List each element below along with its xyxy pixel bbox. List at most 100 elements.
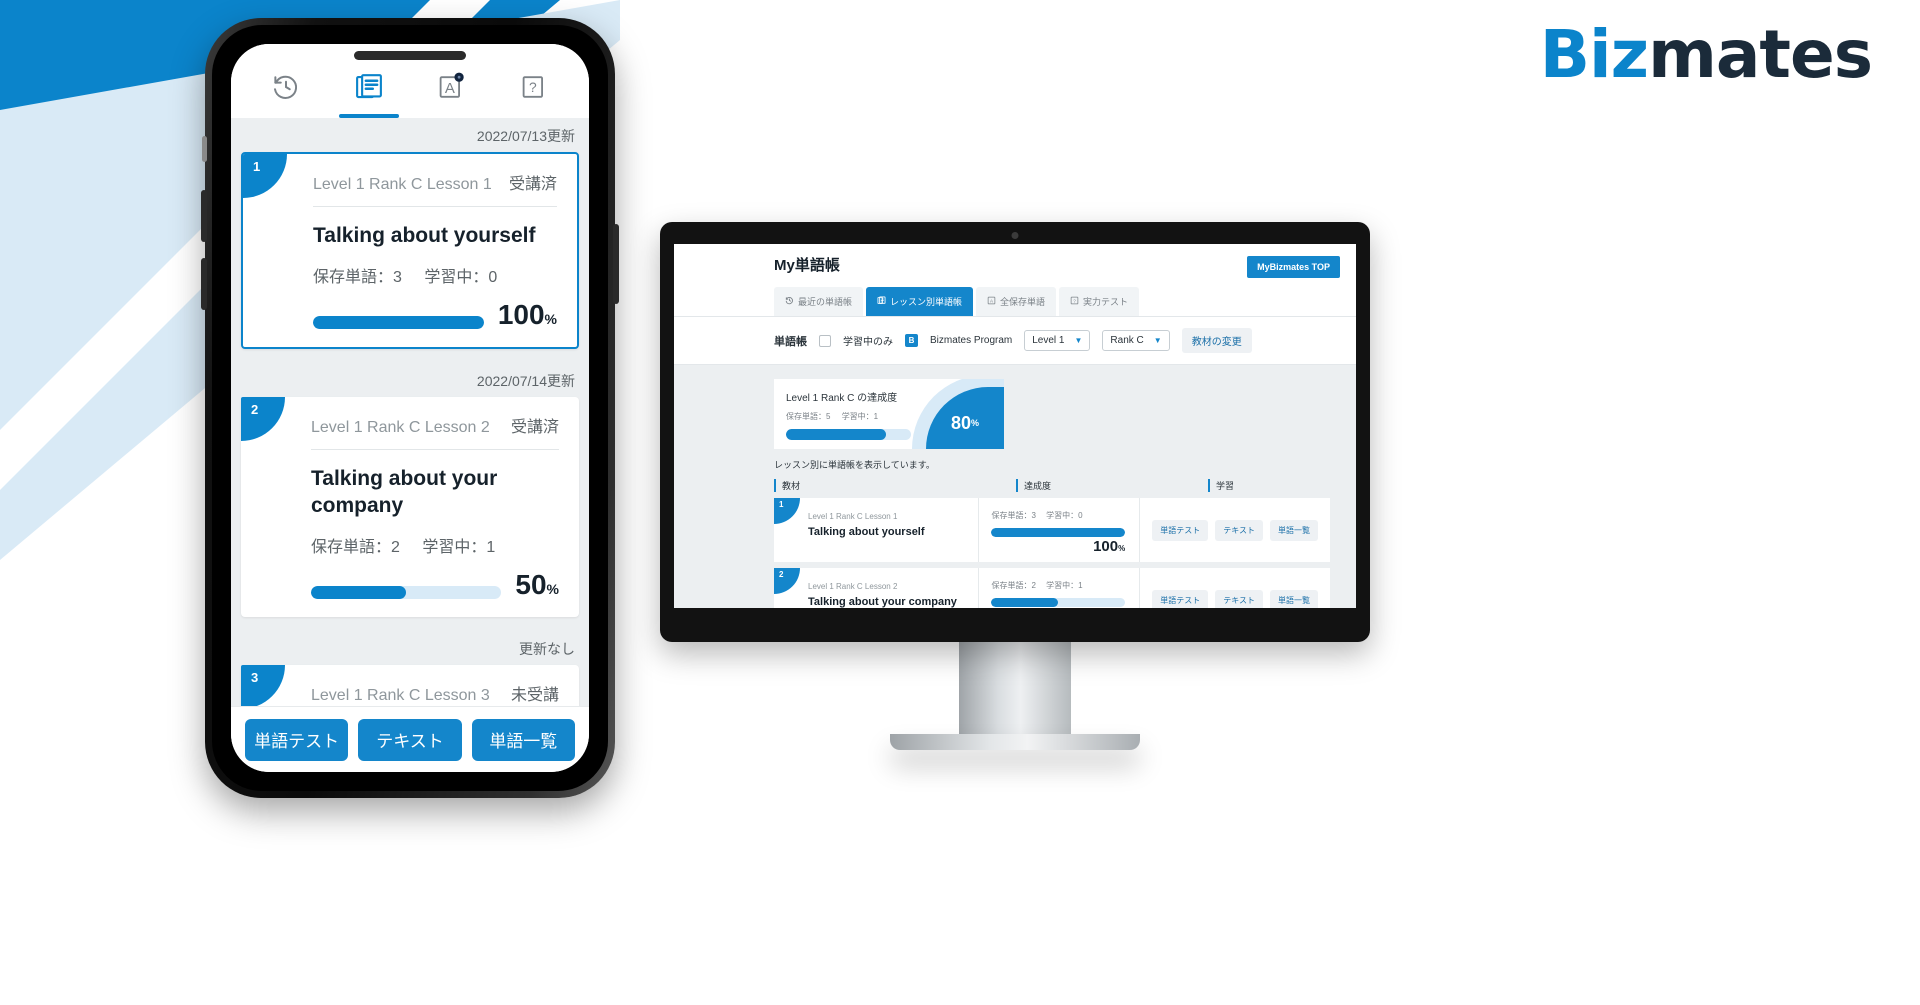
test-icon: ? [1070,296,1079,307]
phone-speaker-notch [354,51,466,60]
desktop-header: My単語帳 MyBizmates TOP [674,244,1356,278]
card-lesson-meta: Level 1 Rank C Lesson 2 [311,419,490,437]
phone-volume-down-button [201,258,207,310]
row-saved-words: 保存単語：2 [991,581,1036,590]
tab-label: 実力テスト [1083,297,1129,307]
card-lesson-meta: Level 1 Rank C Lesson 3 [311,686,490,704]
phone-lesson-card-3[interactable]: 3 Level 1 Rank C Lesson 3 未受講 Talking ab… [241,664,579,706]
card-saved-words: 保存単語：3 [313,269,402,287]
phone-lesson-card-1[interactable]: 1 Level 1 Rank C Lesson 1 受講済 Talking ab… [241,152,579,350]
desktop-main-content: Level 1 Rank C の達成度 保存単語：5 学習中：1 80% レッス… [674,365,1356,608]
row-word-test-button[interactable]: 単語テスト [1152,589,1209,608]
phone-footer-actions: 単語テスト テキスト 単語一覧 [231,706,589,772]
phone-power-button [613,224,619,304]
row-progress-percent: 100% [1093,538,1126,555]
table-row[interactable]: 2 Level 1 Rank C Lesson 2 Talking about … [774,568,1330,608]
phone-update-label-3: 更新なし [519,640,575,657]
test-icon: ? [519,72,549,107]
mybizmates-top-button[interactable]: MyBizmates TOP [1247,256,1340,278]
card-progress-bar [313,316,484,330]
tab-lesson-vocab[interactable]: レッスン別単語帳 [866,287,974,316]
svg-text:?: ? [529,79,537,95]
row-word-list-button[interactable]: 単語一覧 [1270,519,1318,541]
card-learning: 学習中：1 [422,538,496,556]
phone-lesson-list[interactable]: 2022/07/13更新 1 Level 1 Rank C Lesson 1 受… [231,118,589,706]
learning-only-label: 学習中のみ [843,337,893,348]
table-row[interactable]: 1 Level 1 Rank C Lesson 1 Talking about … [774,498,1330,562]
achievement-saved-words: 保存単語：5 [786,412,831,421]
card-status-badge: 受講済 [508,176,557,193]
desktop-tab-bar: 最近の単語帳 レッスン別単語帳 A 全保存単語 ? 実力テスト [674,287,1356,317]
desktop-filter-bar: 単語帳 学習中のみ B Bizmates Program Level 1 ▼ R… [674,317,1356,365]
phone-tab-all-words[interactable]: A [419,60,483,118]
row-lesson-title: Talking about your company [808,596,957,608]
card-status-badge: 受講済 [510,419,559,437]
list-description: レッスン別に単語帳を表示しています。 [774,460,935,470]
monitor-screen: My単語帳 MyBizmates TOP 最近の単語帳 レッスン別単語帳 A 全… [674,244,1356,608]
word-test-button[interactable]: 単語テスト [245,718,349,761]
monitor-neck [959,642,1071,734]
row-material-cell: Level 1 Rank C Lesson 1 Talking about yo… [774,498,978,562]
row-word-list-button[interactable]: 単語一覧 [1270,589,1318,608]
rank-select[interactable]: Rank C ▼ [1102,330,1170,351]
phone-silent-switch [202,136,207,162]
card-lesson-meta: Level 1 Rank C Lesson 1 [313,176,492,193]
text-button[interactable]: テキスト [358,718,462,761]
card-counts: 保存単語：3 学習中：0 [313,263,557,287]
tab-proficiency-test[interactable]: ? 実力テスト [1059,287,1140,316]
row-text-button[interactable]: テキスト [1215,589,1263,608]
level-select-value: Level 1 [1032,335,1065,346]
row-text-button[interactable]: テキスト [1215,519,1263,541]
phone-update-label-2: 2022/07/14更新 [476,373,575,390]
desktop-mockup: My単語帳 MyBizmates TOP 最近の単語帳 レッスン別単語帳 A 全… [660,222,1370,750]
row-lesson-title: Talking about yourself [808,526,925,538]
row-learning: 学習中：0 [1046,511,1083,520]
tab-all-saved-words[interactable]: A 全保存単語 [976,287,1057,316]
achievement-progress-bar [786,429,911,440]
history-icon [785,296,794,307]
learning-only-checkbox[interactable] [819,334,831,347]
change-material-button[interactable]: 教材の変更 [1181,328,1252,353]
phone-inner-frame: A ? 2022/07/13更新 1 Level 1 Rank C Lesson… [212,25,608,791]
row-progress-bar [991,528,1126,537]
row-achievement-cell: 保存単語：2 学習中：1 50% [978,568,1139,608]
history-icon [271,72,301,107]
tab-label: レッスン別単語帳 [890,297,963,307]
row-learning: 学習中：1 [1046,581,1083,590]
level-select[interactable]: Level 1 ▼ [1024,330,1091,351]
monitor-base [890,734,1140,750]
card-counts: 保存単語：2 学習中：1 [311,533,559,557]
phone-screen: A ? 2022/07/13更新 1 Level 1 Rank C Lesson… [231,44,589,772]
row-lesson-meta: Level 1 Rank C Lesson 1 [808,512,898,521]
word-list-button[interactable]: 単語一覧 [471,718,575,761]
card-saved-words: 保存単語：2 [311,538,400,556]
column-header-study: 学習 [1208,479,1330,492]
row-lesson-meta: Level 1 Rank C Lesson 2 [808,582,898,591]
column-header-achievement: 達成度 [1016,479,1208,492]
phone-tab-lessons[interactable] [337,60,401,118]
filter-label: 単語帳 [774,335,807,348]
phone-tab-test[interactable]: ? [502,60,566,118]
monitor-bezel: My単語帳 MyBizmates TOP 最近の単語帳 レッスン別単語帳 A 全… [660,222,1370,642]
chevron-down-icon: ▼ [1153,336,1162,345]
svg-text:A: A [990,298,993,303]
row-achievement-cell: 保存単語：3 学習中：0 100% [978,498,1139,562]
tab-recent-vocab[interactable]: 最近の単語帳 [774,287,864,316]
tab-label: 最近の単語帳 [798,297,853,307]
row-material-cell: Level 1 Rank C Lesson 2 Talking about yo… [774,568,978,608]
phone-tab-recent[interactable] [254,60,318,118]
svg-text:A: A [445,80,455,97]
phone-update-label-1: 2022/07/13更新 [476,128,575,144]
card-learning: 学習中：0 [424,269,498,287]
rank-select-value: Rank C [1110,335,1144,346]
phone-lesson-card-2[interactable]: 2 Level 1 Rank C Lesson 2 受講済 Talking ab… [241,397,579,617]
row-word-test-button[interactable]: 単語テスト [1152,519,1209,541]
phone-volume-up-button [201,190,207,242]
all-words-icon: A [436,72,466,107]
row-progress-bar [991,598,1126,607]
table-header: 教材 達成度 学習 [774,479,1330,492]
tab-label: 全保存単語 [1000,297,1046,307]
logo-text-mates: mates [1648,16,1873,93]
achievement-card: Level 1 Rank C の達成度 保存単語：5 学習中：1 80% [774,379,1004,449]
row-actions-cell: 単語テスト テキスト 単語一覧 [1139,498,1330,562]
